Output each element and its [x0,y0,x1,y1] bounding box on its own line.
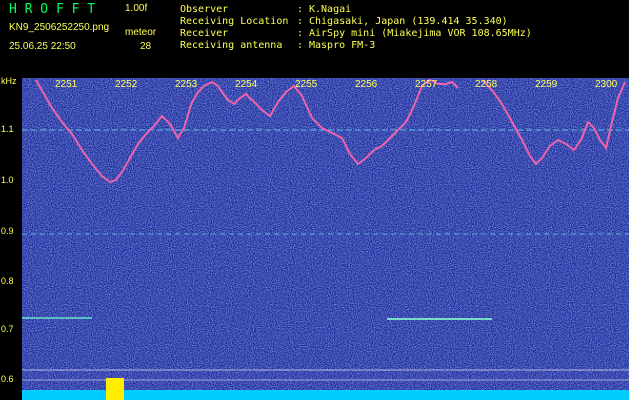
y-tick-label: 0.8 [1,276,14,286]
info-colon: : [297,28,304,39]
header-panel: H R O F F T 1.00f KN9_2506252250.png met… [0,0,629,78]
meteor-count: 28 [140,41,152,52]
waterfall-spectrogram [22,78,629,400]
info-colon: : [297,4,304,15]
time-tick-label: 2255 [295,79,318,90]
time-tick-label: 2259 [535,79,558,90]
y-unit-label: kHz [1,76,17,86]
meteor-label: meteor [125,27,157,38]
y-tick-label: 1.1 [1,124,14,134]
info-key-location: Receiving Location [180,16,289,27]
noise-layer [22,78,629,400]
time-tick-label: 2251 [55,79,78,90]
time-tick-label: 2257 [415,79,438,90]
info-value-receiver: AirSpy mini (Miakejima VOR 108.65MHz) [309,28,532,39]
info-value-observer: K.Nagai [309,4,352,15]
time-tick-label: 2300 [595,79,618,90]
info-key-antenna: Receiving antenna [180,40,283,51]
version-label: 1.00f [125,3,148,14]
filename-label: KN9_2506252250.png [9,22,110,33]
meteor-burst [106,378,124,400]
time-tick-label: 2252 [115,79,138,90]
y-tick-label: 0.7 [1,324,14,334]
time-tick-label: 2253 [175,79,198,90]
y-tick-label: 1.0 [1,175,14,185]
datetime-label: 25.06.25 22:50 [9,41,76,52]
info-value-antenna: Maspro FM-3 [309,40,376,51]
info-colon: : [297,40,304,51]
y-tick-label: 0.9 [1,226,14,236]
y-tick-label: 0.6 [1,374,14,384]
info-value-location: Chigasaki, Japan (139.414 35.340) [309,16,508,27]
time-tick-label: 2254 [235,79,258,90]
waterfall-svg [22,78,629,400]
info-key-observer: Observer [180,4,229,15]
info-key-receiver: Receiver [180,28,229,39]
info-colon: : [297,16,304,27]
time-tick-label: 2258 [475,79,498,90]
time-tick-label: 2256 [355,79,378,90]
app-title: H R O F F T [9,2,96,17]
